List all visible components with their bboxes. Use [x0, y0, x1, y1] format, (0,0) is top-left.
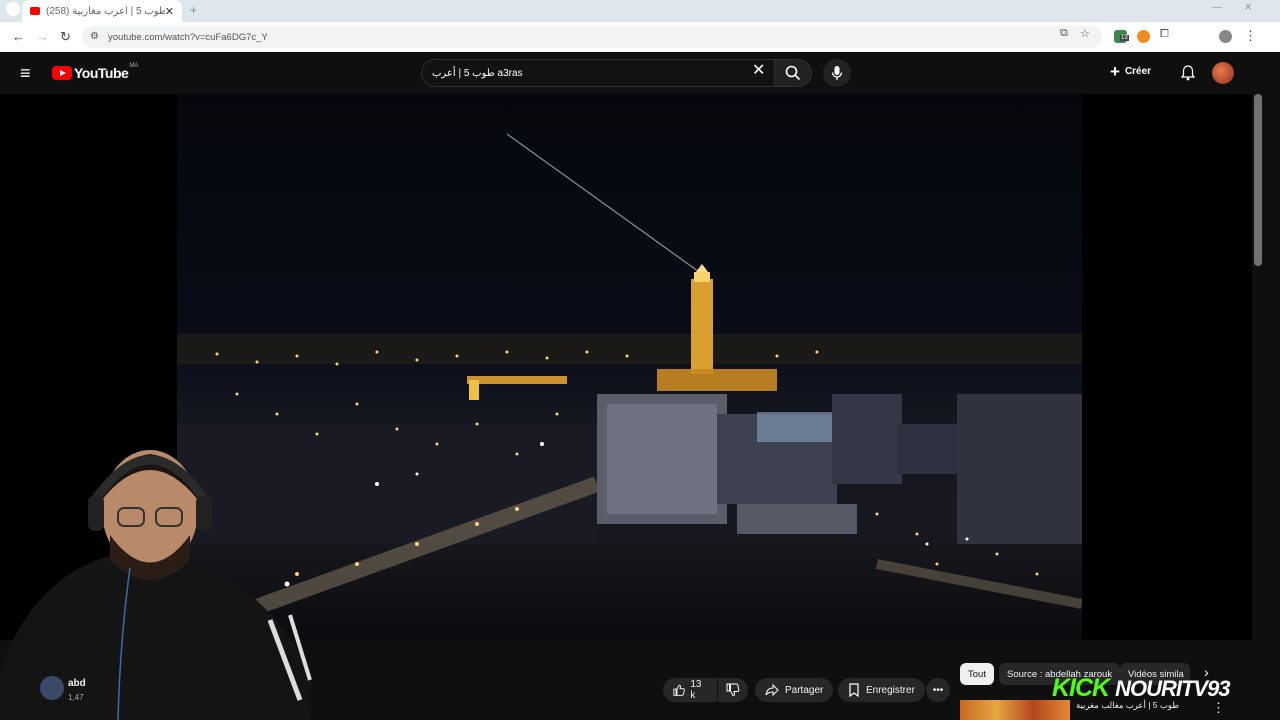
search-button[interactable] — [774, 59, 812, 87]
like-button[interactable]: 13 k — [663, 678, 717, 702]
thumbs-up-icon — [673, 684, 685, 696]
channel-name[interactable]: abd — [68, 678, 86, 689]
back-icon[interactable]: ← — [12, 29, 25, 44]
more-actions-button[interactable]: ••• — [926, 678, 950, 702]
youtube-header: ≡ YouTube MA طوب 5 | أعرب a3ras ✕ + Crée… — [0, 52, 1280, 94]
url-text: youtube.com/watch?v=cuFa6DG7c_Y — [108, 31, 268, 43]
browser-menu-icon[interactable]: ⋮ — [1244, 28, 1257, 44]
save-label: Enregistrer — [866, 684, 915, 696]
minimize-icon[interactable]: — — [1212, 2, 1222, 13]
city-night-scene — [177, 133, 1082, 622]
create-button[interactable]: + Créer — [1110, 63, 1151, 80]
plus-icon: + — [1110, 62, 1120, 81]
extension-orange-icon[interactable] — [1137, 30, 1150, 43]
related-video-thumbnail[interactable] — [960, 700, 1070, 720]
tab-close-icon[interactable]: ✕ — [165, 5, 174, 18]
clear-search-icon[interactable]: ✕ — [752, 63, 765, 79]
bookmark-star-icon[interactable]: ☆ — [1080, 27, 1090, 40]
forward-icon[interactable]: → — [36, 29, 49, 44]
microphone-icon — [831, 66, 843, 80]
channel-subscribers: 1,47 — [68, 693, 84, 702]
voice-search-button[interactable] — [823, 59, 851, 87]
country-code: MA — [129, 63, 139, 69]
thumbs-down-icon — [726, 683, 740, 697]
new-tab-icon[interactable]: + — [190, 3, 197, 17]
related-more-icon[interactable]: ⋮ — [1212, 700, 1225, 716]
search-icon — [785, 65, 801, 81]
profile-icon[interactable] — [1219, 30, 1232, 43]
share-arrow-icon — [765, 683, 779, 697]
tab-search-button[interactable] — [6, 2, 20, 16]
notifications-bell-icon[interactable] — [1180, 65, 1196, 81]
youtube-logo[interactable]: YouTube MA — [52, 63, 139, 81]
kick-word: KICK — [1052, 674, 1110, 702]
share-button[interactable]: Partager — [755, 678, 834, 702]
save-button[interactable]: Enregistrer — [838, 678, 925, 702]
page-scrollbar[interactable] — [1254, 94, 1262, 266]
video-frame[interactable] — [177, 94, 1082, 640]
address-bar[interactable]: ⚙ youtube.com/watch?v=cuFa6DG7c_Y — [82, 26, 1102, 48]
browser-tab-strip: (258) طوب 5 | أعرب مغاربية ✕ + — ✕ — [0, 0, 1280, 22]
kick-watermark: KICK NOURITV93 — [1052, 674, 1231, 703]
logo-text: YouTube — [74, 65, 129, 81]
search-value: طوب 5 | أعرب a3ras — [432, 67, 523, 79]
youtube-favicon-icon — [30, 7, 40, 15]
extensions-puzzle-icon[interactable]: ⧠ — [1160, 28, 1169, 41]
share-label: Partager — [785, 684, 824, 696]
install-app-icon[interactable]: ⧉ — [1060, 27, 1068, 40]
user-avatar[interactable] — [1212, 62, 1234, 84]
kick-channel: NOURITV93 — [1115, 676, 1230, 701]
channel-avatar[interactable] — [40, 676, 64, 700]
reload-icon[interactable]: ↻ — [60, 29, 71, 45]
related-video-title[interactable]: طوب 5 | أعرب مغالب مغربية — [1076, 700, 1194, 711]
tab-title: (258) طوب 5 | أعرب مغاربية — [46, 5, 165, 17]
browser-tab[interactable]: (258) طوب 5 | أعرب مغاربية ✕ — [22, 0, 182, 22]
like-count: 13 k — [690, 679, 702, 701]
extension-badge: 13 — [1120, 35, 1129, 41]
bookmark-icon — [849, 683, 859, 697]
dislike-button[interactable] — [718, 678, 748, 702]
browser-toolbar: ← → ↻ ⚙ youtube.com/watch?v=cuFa6DG7c_Y … — [0, 22, 1280, 52]
chip-all[interactable]: Tout — [960, 663, 994, 685]
close-window-icon[interactable]: ✕ — [1244, 2, 1252, 13]
more-horizontal-icon: ••• — [932, 684, 944, 696]
menu-hamburger-icon[interactable]: ≡ — [20, 64, 31, 82]
youtube-play-icon — [52, 66, 72, 80]
create-label: Créer — [1124, 66, 1152, 77]
chip-label: Tout — [968, 668, 986, 680]
site-info-icon[interactable]: ⚙ — [90, 31, 99, 42]
search-input[interactable]: طوب 5 | أعرب a3ras — [421, 59, 776, 87]
